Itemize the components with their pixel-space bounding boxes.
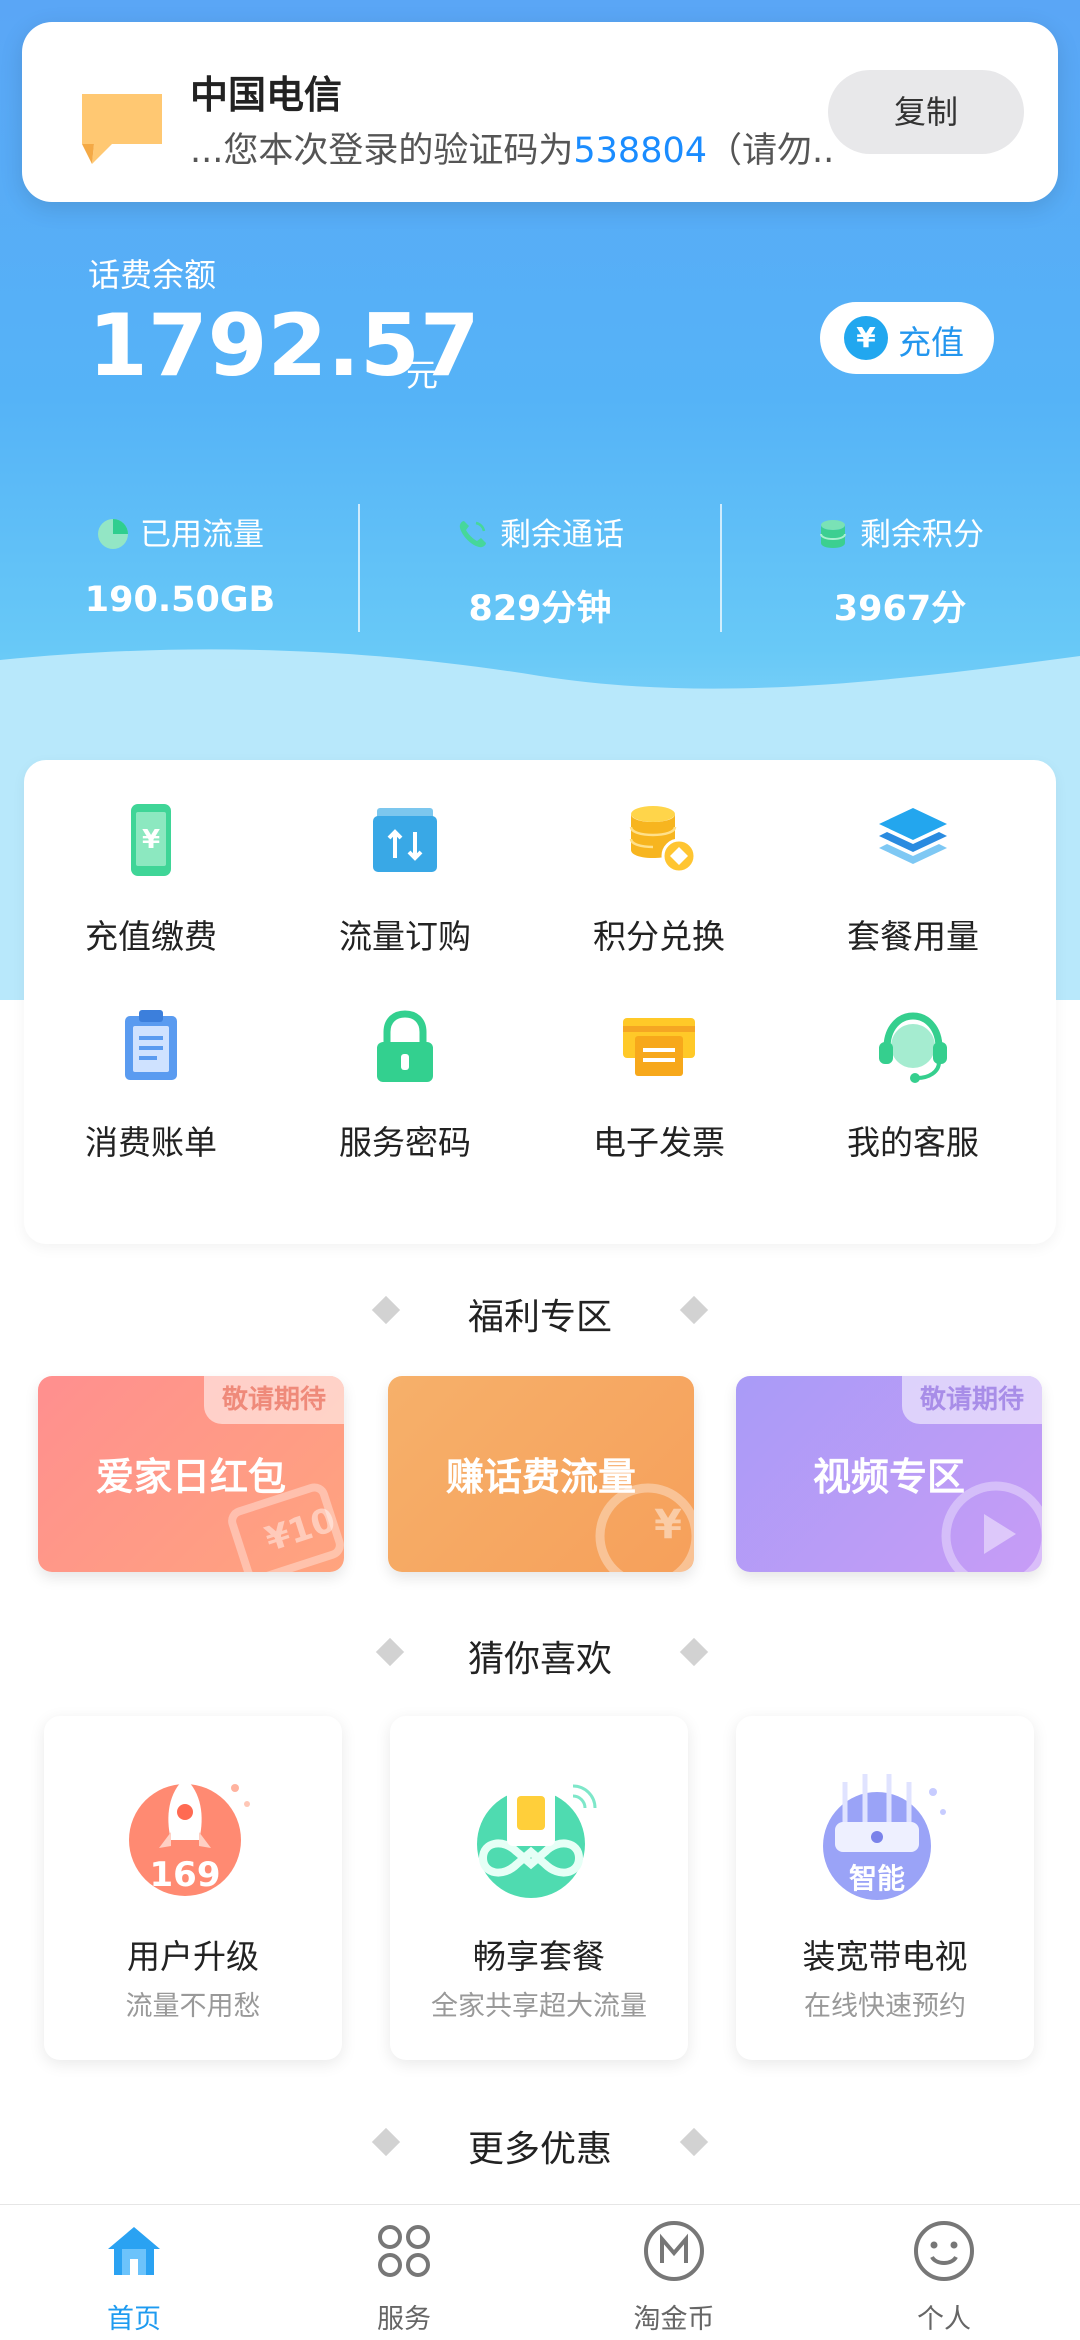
- coming-soon-tag: 敬请期待: [204, 1376, 344, 1424]
- service-points-exchange[interactable]: 积分兑换: [532, 800, 786, 958]
- service-label: 我的客服: [847, 1123, 979, 1162]
- tab-profile[interactable]: 个人: [844, 2219, 1044, 2336]
- coin-badge: ¥: [654, 1502, 682, 1548]
- stat-label: 已用流量: [140, 517, 264, 553]
- recommend-title: 猜你喜欢: [467, 1639, 612, 1680]
- tab-home[interactable]: 首页: [34, 2219, 234, 2336]
- bottom-tab-bar: 首页 服务 淘金币 个人: [0, 2204, 1080, 2340]
- home-icon: [108, 2227, 160, 2275]
- invoice-icon: [623, 1018, 695, 1076]
- service-e-invoice[interactable]: 电子发票: [532, 1006, 786, 1164]
- stat-call-remaining[interactable]: 剩余通话 829分钟: [360, 510, 720, 631]
- service-data-order[interactable]: 流量订购: [278, 800, 532, 958]
- recommend-card-broadband[interactable]: 智能 装宽带电视 在线快速预约: [736, 1716, 1034, 2060]
- notification-suffix: （请勿..: [707, 131, 835, 171]
- service-label: 积分兑换: [593, 917, 725, 956]
- smiley-icon: [914, 2221, 974, 2281]
- tab-services[interactable]: 服务: [304, 2219, 504, 2336]
- message-icon: [82, 94, 162, 164]
- service-bill[interactable]: 消费账单: [24, 1006, 278, 1164]
- art-text: 169: [150, 1855, 221, 1895]
- welfare-card-title: 赚话费流量: [445, 1455, 636, 1499]
- layers-icon: [879, 808, 947, 864]
- yen-icon: ¥: [844, 316, 888, 360]
- welfare-card-earn[interactable]: ¥ 赚话费流量: [388, 1376, 694, 1572]
- stat-label: 剩余通话: [500, 517, 624, 553]
- stat-value: 190.50GB: [84, 580, 276, 620]
- recommend-card-subtitle: 在线快速预约: [804, 1991, 966, 2022]
- stat-points-remaining[interactable]: 剩余积分 3967分: [720, 510, 1080, 631]
- pie-chart-icon: [98, 519, 128, 549]
- notification-body: ...您本次登录的验证码为538804（请勿..: [190, 122, 834, 173]
- more-offers-title: 更多优惠: [467, 2129, 612, 2170]
- welfare-card-video[interactable]: 敬请期待 视频专区: [736, 1376, 1042, 1572]
- lock-icon: [377, 1010, 433, 1082]
- service-password[interactable]: 服务密码: [278, 1006, 532, 1164]
- welfare-card-red-packet[interactable]: ¥10 敬请期待 爱家日红包: [38, 1376, 344, 1572]
- tab-gold-coins[interactable]: 淘金币: [574, 2219, 774, 2336]
- coming-soon-tag: 敬请期待: [902, 1376, 1042, 1424]
- svg-text:¥: ¥: [142, 825, 160, 855]
- recharge-button[interactable]: ¥ 充值: [820, 302, 994, 374]
- service-label: 充值缴费: [85, 917, 217, 956]
- data-order-icon: [373, 808, 437, 872]
- recommend-card-title: 畅享套餐: [473, 1937, 605, 1976]
- notification-prefix: ...您本次登录的验证码为: [190, 131, 574, 171]
- service-customer-care[interactable]: 我的客服: [786, 1006, 1040, 1164]
- welfare-card-title: 视频专区: [812, 1455, 965, 1499]
- recharge-label: 充值: [898, 323, 964, 362]
- copy-button[interactable]: 复制: [828, 70, 1024, 154]
- stat-label: 剩余积分: [860, 517, 984, 553]
- recommend-card-subtitle: 全家共享超大流量: [431, 1991, 647, 2022]
- smart-router-icon: 智能: [823, 1774, 946, 1900]
- service-plan-usage[interactable]: 套餐用量: [786, 800, 1040, 958]
- service-recharge[interactable]: ¥ 充值缴费: [24, 800, 278, 958]
- stat-value: 829分钟: [468, 589, 612, 629]
- recommend-card-title: 用户升级: [127, 1937, 259, 1976]
- verification-code: 538804: [573, 131, 707, 171]
- header-wave: [0, 649, 1080, 760]
- tab-label: 个人: [917, 2304, 971, 2335]
- service-label: 套餐用量: [847, 917, 979, 956]
- clipboard-bill-icon: [125, 1010, 177, 1080]
- recommend-card-upgrade[interactable]: 169 用户升级 流量不用愁: [44, 1716, 342, 2060]
- tab-label: 首页: [107, 2304, 161, 2335]
- sim-infinity-icon: [477, 1784, 597, 1898]
- recommend-card-subtitle: 流量不用愁: [125, 1991, 261, 2022]
- recommend-card-plan[interactable]: 畅享套餐 全家共享超大流量: [390, 1716, 688, 2060]
- service-label: 电子发票: [593, 1123, 725, 1162]
- notification-title: 中国电信: [190, 73, 343, 117]
- tab-label: 淘金币: [633, 2304, 715, 2335]
- headset-icon: [879, 1012, 947, 1083]
- stat-value: 3967分: [833, 589, 967, 629]
- rocket-icon: 169: [129, 1778, 250, 1896]
- service-label: 服务密码: [339, 1123, 471, 1162]
- phone-yen-icon: ¥: [131, 804, 171, 876]
- stat-data-used[interactable]: 已用流量 190.50GB: [0, 510, 360, 620]
- coin-stack-icon: [820, 520, 846, 548]
- recommend-card-title: 装宽带电视: [802, 1937, 968, 1976]
- coins-exchange-icon: [629, 806, 697, 874]
- balance-unit: 元: [406, 356, 439, 394]
- m-coin-icon: [644, 2221, 704, 2281]
- welfare-card-title: 爱家日红包: [95, 1455, 286, 1499]
- grid-circles-icon: [378, 2225, 430, 2277]
- welfare-title: 福利专区: [467, 1297, 612, 1338]
- tab-label: 服务: [377, 2304, 431, 2335]
- sms-notification[interactable]: 中国电信 ...您本次登录的验证码为538804（请勿.. 复制: [22, 22, 1058, 202]
- service-label: 消费账单: [85, 1123, 217, 1162]
- services-card: ¥ 充值缴费 流量订购 积分兑换 套餐用量 消费账单 服务密码 电子发票 我的客…: [24, 760, 1056, 1244]
- service-label: 流量订购: [339, 917, 471, 956]
- balance-label: 话费余额: [88, 256, 217, 294]
- phone-icon: [459, 521, 486, 548]
- art-text: 智能: [849, 1862, 905, 1895]
